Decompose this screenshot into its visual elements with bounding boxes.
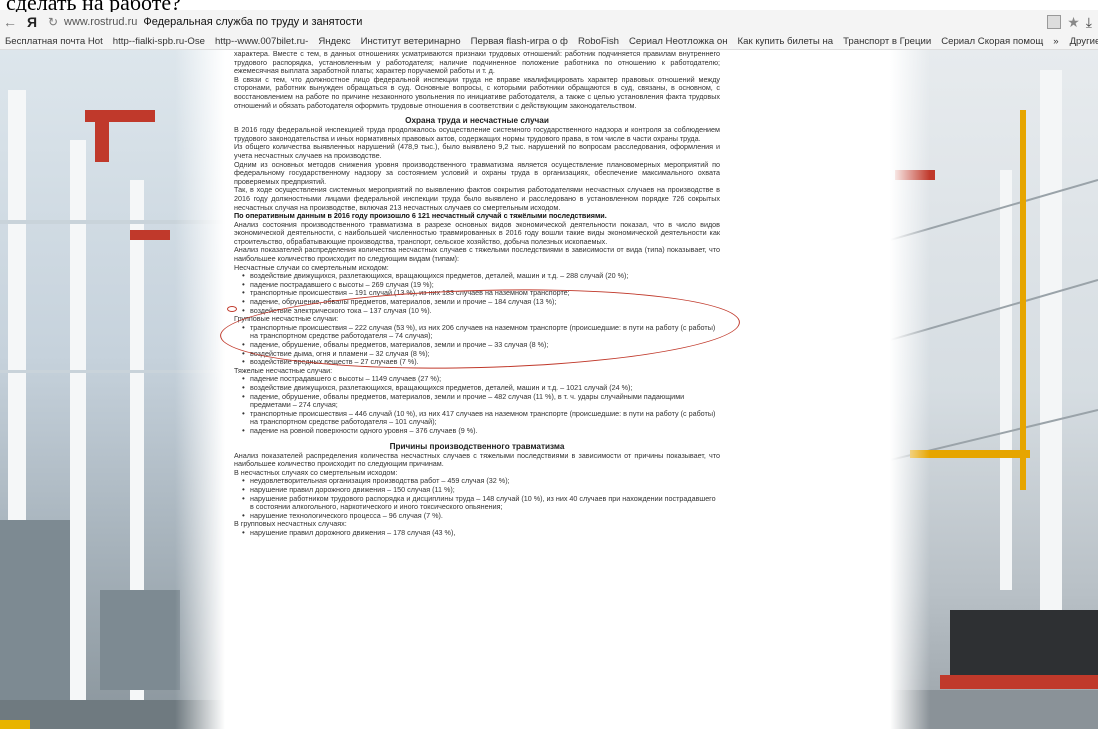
reload-icon[interactable]: ↻ (44, 15, 62, 29)
list-item: нарушение правил дорожного движения – 17… (242, 528, 720, 538)
bookmarks-overflow-icon[interactable]: » (1048, 36, 1063, 47)
bookmark-item[interactable]: http--fialki-spb.ru-Ose (108, 36, 210, 47)
page-title: Федеральная служба по труду и занятости (143, 16, 363, 28)
list-item: воздействие вредных веществ – 27 случаев… (242, 358, 720, 367)
group-cases-list: транспортные происшествия – 222 случая (… (242, 323, 720, 367)
paragraph: В связи с тем, что должностное лицо феде… (234, 74, 720, 110)
paragraph: Из общего количества выявленных нарушени… (234, 142, 720, 160)
bookmark-item[interactable]: Бесплатная почта Hot (0, 36, 108, 47)
bookmark-item[interactable]: Институт ветеринарно (356, 36, 466, 47)
list-item: воздействие электрического тока – 137 сл… (242, 306, 720, 316)
bookmark-item[interactable]: Сериал Неотложка он (624, 36, 733, 47)
yandex-logo-icon[interactable]: Я (20, 14, 44, 30)
paragraph: Так, в ходе осуществления системных меро… (234, 185, 720, 212)
bookmark-item[interactable]: Первая flash-игра о ф (466, 36, 573, 47)
other-bookmarks[interactable]: Другие закладки (1064, 36, 1098, 47)
list-item: падение, обрушение, обвалы предметов, ма… (242, 392, 720, 410)
list-item: падение на ровной поверхности одного уро… (242, 426, 720, 436)
list-item: транспортные происшествия – 222 случая (… (242, 323, 720, 341)
article-content: характера. Вместе с тем, в данных отноше… (234, 50, 720, 729)
list-item: нарушение технологического процесса – 96… (242, 511, 720, 521)
address-bar: ← Я ↻ www.rostrud.ru Федеральная служба … (0, 10, 1098, 34)
bookmark-item[interactable]: Как купить билеты на (733, 36, 839, 47)
paragraph: Анализ показателей распределения количес… (234, 245, 720, 264)
bookmark-star-icon[interactable]: ★ (1067, 14, 1080, 31)
bookmark-item[interactable]: RoboFish (573, 36, 624, 47)
download-icon[interactable]: ⤓ (1086, 14, 1092, 31)
paragraph: В 2016 году федеральной инспекцией труда… (234, 125, 720, 143)
paragraph: характера. Вместе с тем, в данных отноше… (234, 50, 720, 76)
causes-group-list: нарушение правил дорожного движения – 17… (242, 528, 720, 538)
back-icon[interactable]: ← (0, 14, 20, 30)
paragraph: Анализ показателей распределения количес… (234, 450, 720, 469)
bookmark-item[interactable]: Яндекс (313, 36, 355, 47)
fatal-cases-list: воздействие движущихся, разлетающихся, в… (242, 272, 720, 315)
red-annotation-marker (227, 306, 237, 312)
url-text[interactable]: www.rostrud.ru (64, 16, 137, 28)
bookmark-item[interactable]: Транспорт в Греции (838, 36, 936, 47)
section-heading: Причины производственного травматизма (389, 441, 565, 451)
list-item: транспортные происшествия – 446 случай (… (242, 409, 720, 427)
paragraph: Одним из основных методов снижения уровн… (234, 159, 720, 186)
overlay-caption: сделать на работе? (6, 0, 1098, 12)
severe-cases-list: падение пострадавшего с высоты – 1149 сл… (242, 375, 720, 435)
causes-fatal-list: неудовлетворительная организация произво… (242, 477, 720, 520)
bookmark-item[interactable]: Сериал Скорая помощ (936, 36, 1048, 47)
section-heading: Охрана труда и несчастные случаи (405, 116, 549, 126)
tabs-icon[interactable] (1047, 15, 1062, 29)
paragraph: Анализ состояния производственного травм… (234, 219, 720, 246)
list-item: нарушение работником трудового распорядк… (242, 494, 720, 512)
bookmark-item[interactable]: http--www.007bilet.ru- (210, 36, 313, 47)
bookmarks-bar: Бесплатная почта Hot http--fialki-spb.ru… (0, 34, 1098, 50)
